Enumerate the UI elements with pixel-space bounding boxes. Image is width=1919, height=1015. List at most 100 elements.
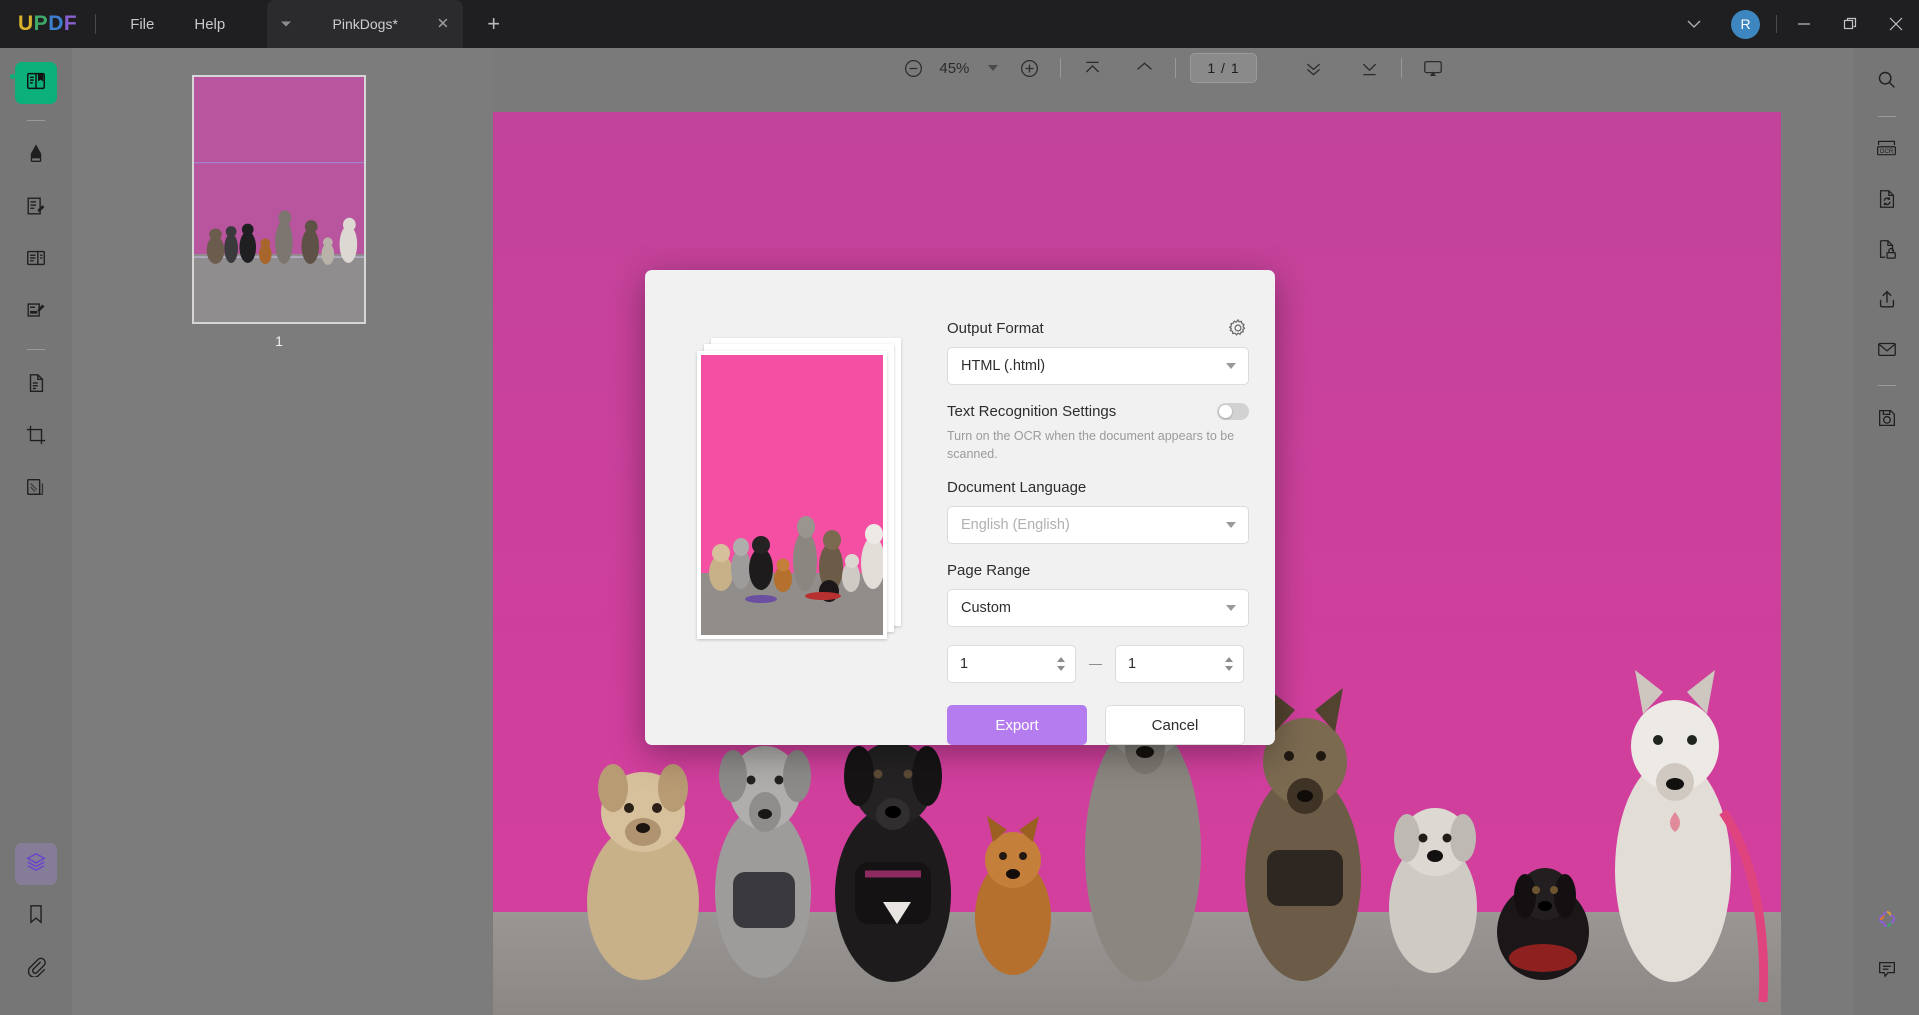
sidebar-item-compare[interactable]: [15, 468, 57, 510]
tool-protect[interactable]: [1867, 231, 1907, 271]
sidebar-item-crop[interactable]: [15, 416, 57, 458]
text-recognition-description: Turn on the OCR when the document appear…: [947, 427, 1249, 463]
dog-3: [835, 742, 951, 982]
zoom-dropdown-caret-icon[interactable]: [988, 65, 998, 71]
minimize-button[interactable]: [1781, 0, 1827, 48]
sidebar-item-reader[interactable]: [15, 62, 57, 104]
page-range-from-input[interactable]: 1: [947, 645, 1076, 683]
output-format-section: Output Format HTML (.html): [947, 320, 1249, 385]
page-range-label: Page Range: [947, 562, 1249, 579]
first-page-button[interactable]: [1075, 51, 1109, 85]
export-button[interactable]: Export: [947, 705, 1087, 745]
sidebar-item-layers[interactable]: [15, 843, 57, 885]
zoom-in-button[interactable]: [1012, 51, 1046, 85]
zoom-out-button[interactable]: [896, 51, 930, 85]
document-language-select[interactable]: English (English): [947, 506, 1249, 544]
last-page-button[interactable]: [1353, 51, 1387, 85]
ocr-icon: OCR: [1875, 137, 1898, 165]
stepper-down-icon[interactable]: [1225, 666, 1233, 671]
text-recognition-toggle[interactable]: [1217, 403, 1249, 420]
edit-document-icon: [25, 195, 47, 222]
layers-icon: [25, 851, 47, 878]
right-rail-divider-2: [1878, 385, 1896, 386]
page-range-steppers: 1 1: [947, 645, 1249, 683]
stepper-up-icon[interactable]: [1225, 657, 1233, 662]
toggle-knob: [1219, 405, 1232, 418]
output-format-value: HTML (.html): [961, 358, 1045, 374]
tool-ai-assistant[interactable]: [1867, 901, 1907, 941]
updf-application-window: U P D F File Help PinkDogs* ✕ + R: [0, 0, 1919, 1015]
comment-bubble-icon: [1876, 958, 1898, 985]
toolbar-divider-1: [1060, 58, 1061, 78]
output-format-select[interactable]: HTML (.html): [947, 347, 1249, 385]
preview-page-thumbnail: [701, 355, 883, 635]
thumbnail-page-label: 1: [192, 333, 366, 349]
stepper-arrows-from[interactable]: [1057, 657, 1065, 671]
reader-icon: [25, 70, 47, 97]
page-range-select[interactable]: Custom: [947, 589, 1249, 627]
thumbnail-panel: 1: [72, 48, 492, 1015]
text-recognition-label: Text Recognition Settings: [947, 403, 1116, 420]
sidebar-item-bookmark[interactable]: [15, 895, 57, 937]
previous-page-button[interactable]: [1127, 51, 1161, 85]
sidebar-item-organize[interactable]: [15, 364, 57, 406]
search-icon: [1876, 69, 1897, 95]
rail-divider-2: [27, 349, 45, 350]
page-range-from-value: 1: [960, 656, 968, 672]
gear-icon[interactable]: [1227, 317, 1249, 339]
title-bar: U P D F File Help PinkDogs* ✕ + R: [0, 0, 1919, 48]
tool-search[interactable]: [1867, 62, 1907, 102]
avatar[interactable]: R: [1731, 10, 1760, 39]
caret-down-icon[interactable]: [281, 22, 291, 27]
document-pages-icon: [25, 372, 47, 399]
zoom-level-value[interactable]: 45%: [930, 60, 978, 77]
tool-share[interactable]: [1867, 281, 1907, 321]
sidebar-item-page-tools[interactable]: [15, 239, 57, 281]
document-tab[interactable]: PinkDogs* ✕: [267, 0, 463, 48]
sidebar-item-attachment[interactable]: [15, 947, 57, 989]
toolbar-divider-3: [1401, 58, 1402, 78]
logo-letter-d: D: [48, 12, 64, 36]
close-icon[interactable]: ✕: [437, 17, 450, 32]
output-format-label: Output Format: [947, 320, 1249, 337]
left-toolbar-rail: [0, 48, 72, 1015]
right-toolbar-rail: OCR: [1854, 48, 1919, 1015]
tool-save[interactable]: [1867, 400, 1907, 440]
tool-comment[interactable]: [1867, 951, 1907, 991]
next-page-button[interactable]: [1297, 51, 1331, 85]
close-button[interactable]: [1873, 0, 1919, 48]
stepper-arrows-to[interactable]: [1225, 657, 1233, 671]
rail-divider: [27, 120, 45, 121]
page-indicator[interactable]: 1 / 1: [1190, 53, 1256, 83]
sidebar-item-edit-pdf[interactable]: [15, 187, 57, 229]
dialog-button-row: Export Cancel: [947, 705, 1249, 745]
lock-document-icon: [1876, 238, 1898, 265]
dialog-settings-column: Output Format HTML (.html) Text R: [947, 320, 1249, 745]
maximize-button[interactable]: [1827, 0, 1873, 48]
presentation-mode-button[interactable]: [1416, 51, 1450, 85]
tool-email[interactable]: [1867, 331, 1907, 371]
share-upload-icon: [1876, 288, 1898, 315]
thumbnail-page-1[interactable]: [192, 75, 366, 324]
convert-document-icon: [1876, 188, 1898, 215]
stepper-down-icon[interactable]: [1057, 666, 1065, 671]
menu-file[interactable]: File: [110, 10, 174, 39]
active-mode-indicator: [10, 74, 15, 79]
menu-help[interactable]: Help: [174, 10, 245, 39]
new-tab-button[interactable]: +: [487, 11, 500, 37]
dog-2: [715, 746, 811, 978]
cancel-button[interactable]: Cancel: [1105, 705, 1245, 745]
dog-7: [1389, 808, 1477, 973]
chevron-down-icon[interactable]: [1673, 17, 1715, 32]
stepper-up-icon[interactable]: [1057, 657, 1065, 662]
sidebar-item-annotate[interactable]: [15, 135, 57, 177]
tool-convert[interactable]: [1867, 181, 1907, 221]
right-rail-divider: [1878, 116, 1896, 117]
sidebar-item-form[interactable]: [15, 291, 57, 333]
page-range-to-input[interactable]: 1: [1115, 645, 1244, 683]
compare-icon: [25, 476, 47, 503]
updf-logo: U P D F: [18, 12, 77, 36]
save-disk-icon: [1876, 407, 1898, 434]
logo-letter-p: P: [34, 12, 49, 36]
tool-ocr[interactable]: OCR: [1867, 131, 1907, 171]
